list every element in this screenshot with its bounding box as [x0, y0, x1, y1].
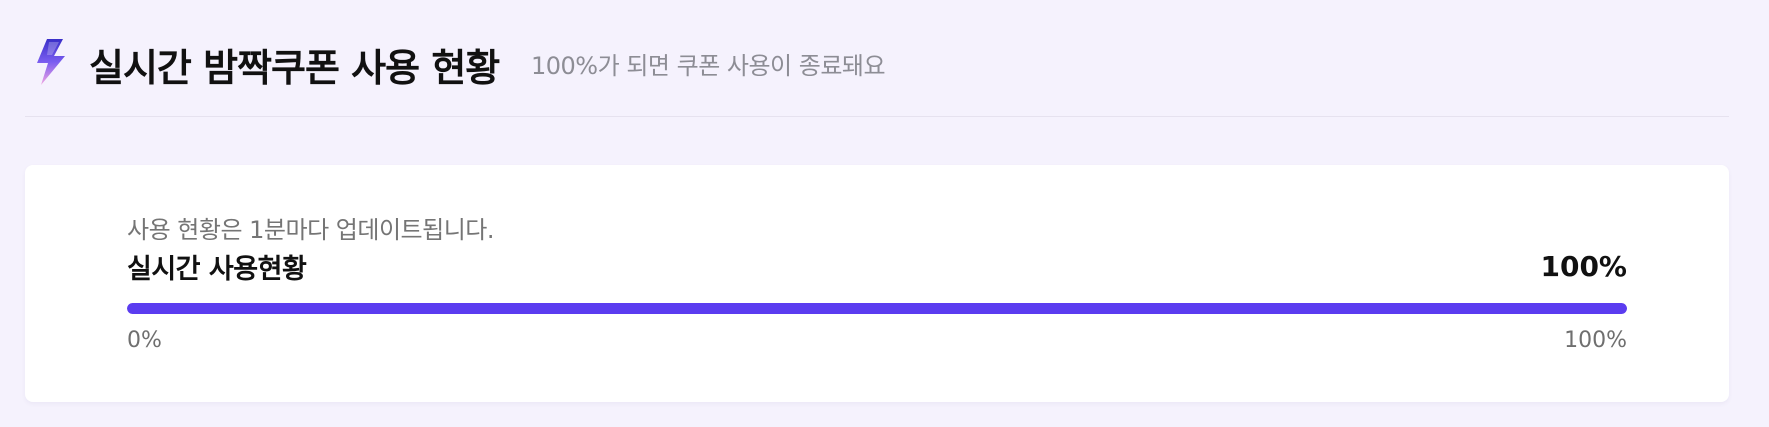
scale-min-label: 0%	[127, 328, 162, 353]
update-note: 사용 현황은 1분마다 업데이트됩니다.	[127, 216, 494, 244]
lightning-bolt-icon	[37, 39, 65, 85]
page-header: 실시간 밤짝쿠폰 사용 현황 100%가 되면 쿠폰 사용이 종료돼요	[25, 30, 1729, 117]
usage-progress-bar	[127, 303, 1627, 314]
usage-percent: 100%	[1540, 250, 1627, 283]
usage-progress-fill	[127, 303, 1627, 314]
page-subtitle: 100%가 되면 쿠폰 사용이 종료돼요	[531, 52, 886, 80]
usage-label: 실시간 사용현황	[127, 254, 307, 285]
usage-status-card: 사용 현황은 1분마다 업데이트됩니다. 실시간 사용현황 100% 0% 10…	[25, 165, 1729, 402]
page-title: 실시간 밤짝쿠폰 사용 현황	[89, 46, 500, 90]
scale-max-label: 100%	[1564, 328, 1627, 353]
